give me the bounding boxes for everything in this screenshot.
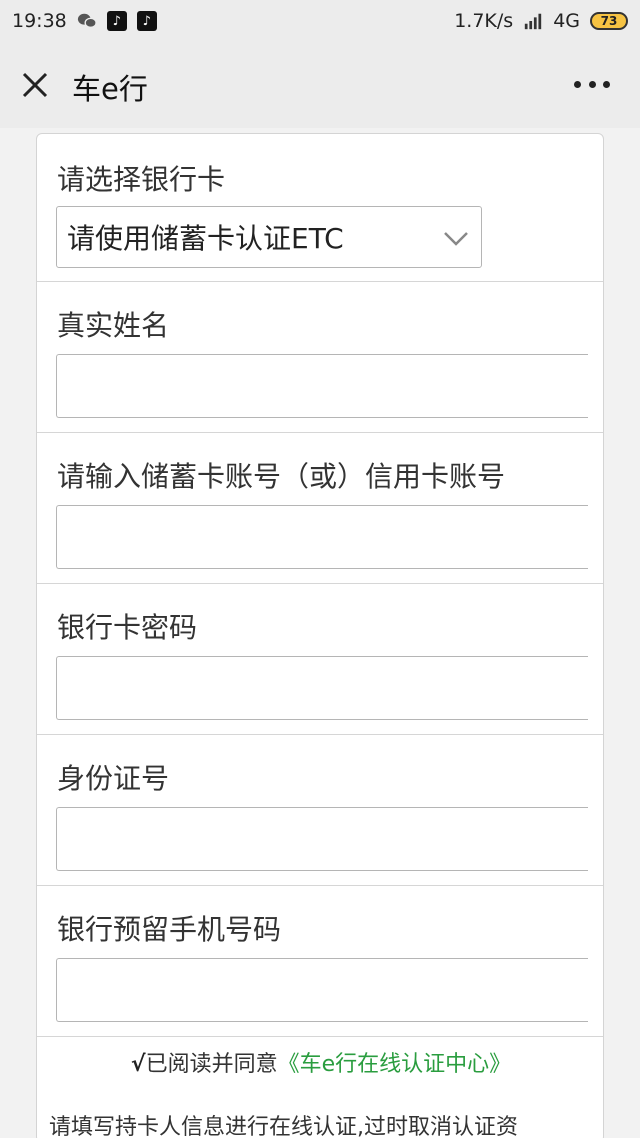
tiktok-icon: ♪ — [106, 11, 127, 31]
real-name-input[interactable] — [56, 354, 588, 418]
battery-level: 73 — [600, 14, 618, 28]
agreement-link[interactable]: 《车e行在线认证中心》 — [278, 1052, 512, 1077]
battery-icon: 73 — [590, 12, 628, 30]
card-password-section: 银行卡密码 — [37, 584, 603, 735]
real-name-label: 真实姓名 — [57, 309, 170, 342]
more-options-button[interactable] — [574, 76, 610, 92]
signal-label: 4G — [553, 10, 580, 32]
bank-card-label: 请选择银行卡 — [57, 163, 226, 196]
phone-section: 银行预留手机号码 — [37, 886, 603, 1037]
more-dot-icon — [574, 80, 581, 88]
id-number-label: 身份证号 — [57, 762, 170, 795]
status-left: 19:38 ♪ ♪ — [12, 10, 157, 32]
chevron-down-icon — [444, 232, 468, 246]
status-right: 1.7K/s 4G 73 — [454, 10, 628, 32]
info-note: 请填写持卡人信息进行在线认证,过时取消认证资 — [49, 1115, 518, 1138]
card-password-input[interactable] — [56, 656, 588, 720]
more-dot-icon — [588, 80, 596, 88]
phone-label: 银行预留手机号码 — [57, 913, 282, 946]
agreement-prefix: 已阅读并同意 — [145, 1052, 278, 1077]
agreement-row: √已阅读并同意《车e行在线认证中心》 — [37, 1046, 603, 1078]
agreement-checkbox[interactable]: √ — [131, 1052, 146, 1077]
card-number-input[interactable] — [56, 505, 588, 569]
tiktok-icon: ♪ — [136, 11, 157, 31]
close-icon — [22, 72, 48, 98]
id-number-section: 身份证号 — [37, 735, 603, 886]
page-title: 车e行 — [72, 72, 148, 106]
form-card: 请选择银行卡 请使用储蓄卡认证ETC 真实姓名 请输入储蓄卡账号（或）信用卡账号… — [36, 133, 604, 1138]
hd-signal-icon — [523, 11, 543, 31]
card-password-label: 银行卡密码 — [57, 611, 198, 644]
card-number-label: 请输入储蓄卡账号（或）信用卡账号 — [57, 460, 506, 493]
status-bar: 19:38 ♪ ♪ 1.7K/s 4G 73 — [0, 0, 640, 42]
title-bar: 车e行 — [0, 42, 640, 128]
id-number-input[interactable] — [56, 807, 588, 871]
phone-input[interactable] — [56, 958, 588, 1022]
network-speed: 1.7K/s — [454, 10, 514, 32]
bank-card-section: 请选择银行卡 请使用储蓄卡认证ETC — [37, 134, 603, 282]
status-time: 19:38 — [12, 10, 67, 32]
close-button[interactable] — [18, 68, 52, 102]
real-name-section: 真实姓名 — [37, 282, 603, 433]
more-dot-icon — [603, 80, 610, 88]
card-number-section: 请输入储蓄卡账号（或）信用卡账号 — [37, 433, 603, 584]
wechat-icon — [77, 11, 97, 31]
bank-card-selected-value: 请使用储蓄卡认证ETC — [67, 222, 344, 255]
bank-card-select[interactable]: 请使用储蓄卡认证ETC — [56, 206, 482, 268]
